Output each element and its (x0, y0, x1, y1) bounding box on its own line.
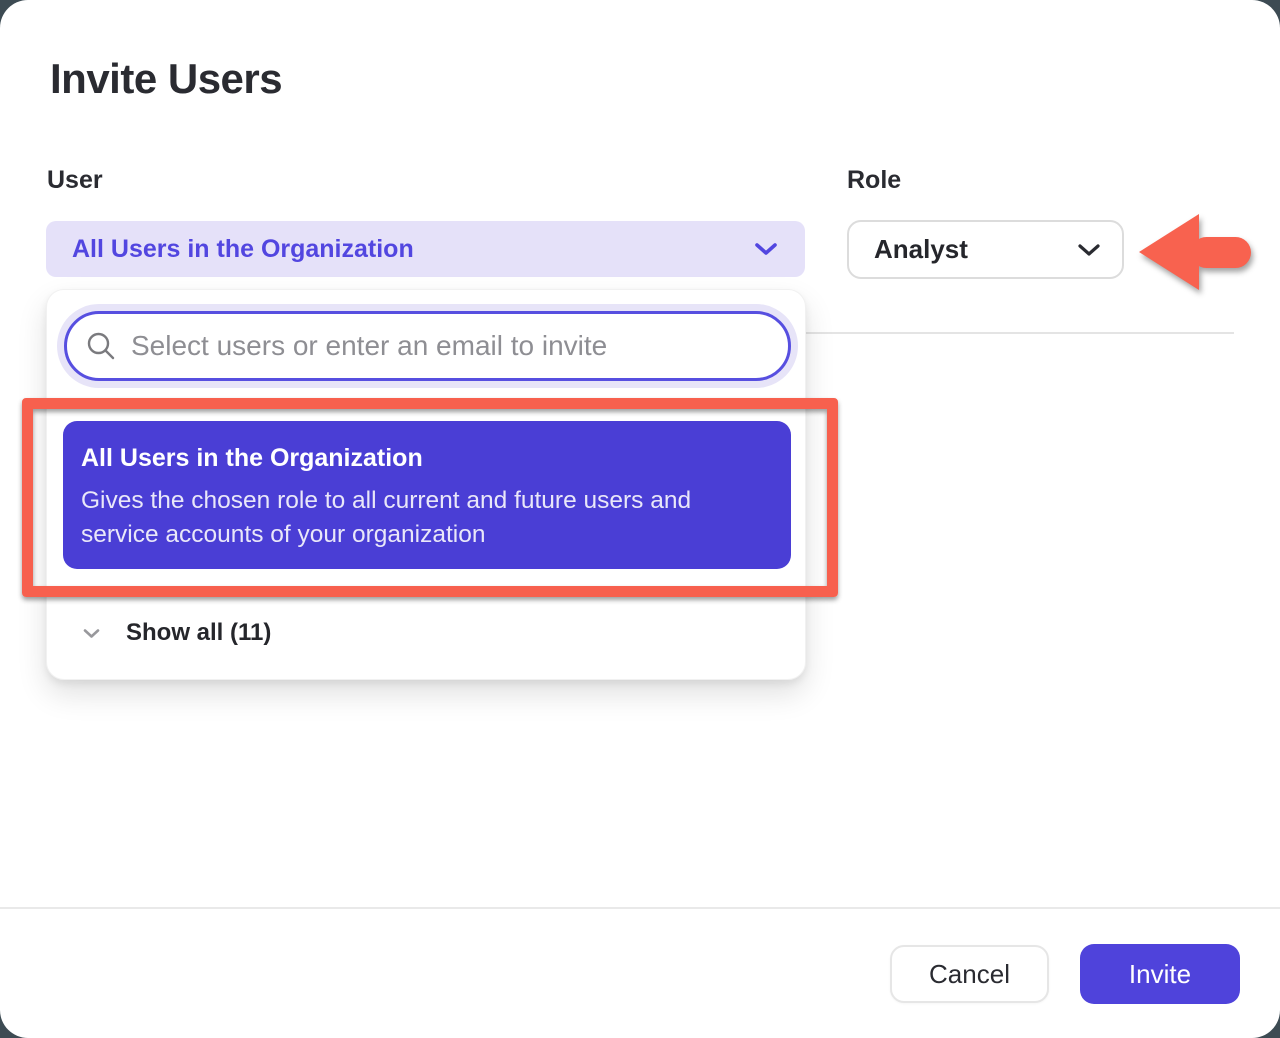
chevron-down-icon (83, 628, 100, 639)
option-all-users[interactable]: All Users in the Organization Gives the … (63, 421, 791, 569)
page-title: Invite Users (50, 55, 282, 103)
user-search-input[interactable] (131, 330, 768, 362)
search-icon (85, 330, 117, 362)
show-all-toggle[interactable]: Show all (11) (47, 608, 805, 658)
user-dropdown-panel: All Users in the Organization Gives the … (46, 289, 806, 680)
invite-button[interactable]: Invite (1080, 944, 1240, 1004)
user-field-label: User (47, 166, 103, 195)
option-description: Gives the chosen role to all current and… (81, 484, 751, 552)
red-arrow-icon (1137, 205, 1255, 300)
option-title: All Users in the Organization (81, 444, 751, 473)
show-all-label: Show all (11) (126, 619, 271, 647)
role-select-value: Analyst (874, 234, 1078, 265)
footer-divider (0, 907, 1280, 909)
chevron-down-icon (755, 242, 777, 256)
cancel-button[interactable]: Cancel (890, 945, 1049, 1003)
user-select[interactable]: All Users in the Organization (46, 221, 805, 277)
invite-users-modal: Invite Users User All Users in the Organ… (0, 0, 1280, 1038)
user-select-value: All Users in the Organization (72, 235, 755, 264)
annotation-arrow (1137, 205, 1255, 305)
role-field-label: Role (847, 166, 901, 195)
user-search-box[interactable] (64, 311, 791, 381)
chevron-down-icon (1078, 243, 1100, 257)
role-select[interactable]: Analyst (847, 220, 1124, 279)
